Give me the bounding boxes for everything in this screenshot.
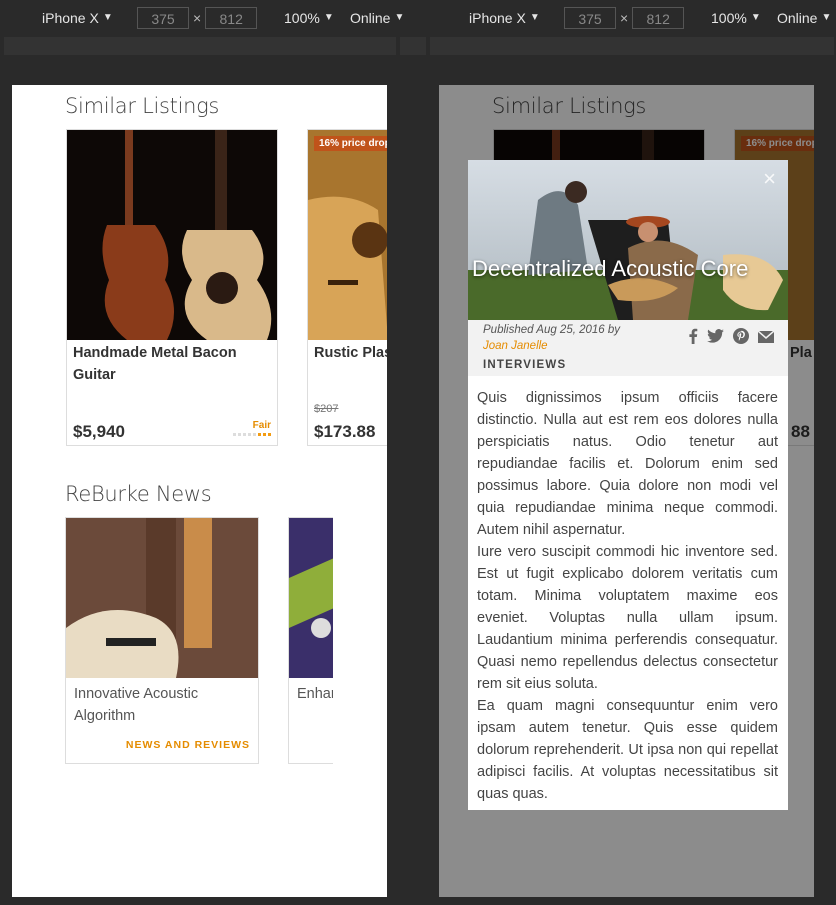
article-meta: Published Aug 25, 2016 by Joan Janelle I… [468, 320, 788, 376]
article-paragraph: Iure vero suscipit commodi hic inventore… [477, 544, 778, 692]
guitar-image [66, 518, 258, 678]
chevron-down-icon: ▼ [323, 12, 334, 23]
published-date: Published Aug 25, 2016 by [483, 324, 621, 336]
news-category: NEWS AND REVIEWS [125, 739, 250, 751]
listing-card[interactable]: 16% price drop Rustic Plastic $207 $173.… [307, 129, 387, 446]
media-query-bar-right [430, 37, 834, 55]
network-label: Online [350, 9, 391, 26]
device-viewport-right: Similar Listings 16% price drop Pla 88 D… [439, 85, 814, 897]
article-hero-image [468, 160, 788, 320]
chevron-down-icon: ▼ [821, 12, 832, 23]
device-label: iPhone X [469, 9, 526, 26]
close-icon[interactable]: × [763, 168, 776, 190]
network-label: Online [777, 9, 818, 26]
listing-card[interactable]: Handmade Metal Bacon Guitar $5,940 Fair [66, 129, 278, 446]
times-icon: × [620, 9, 629, 26]
zoom-select-right[interactable]: 100% ▼ [711, 5, 761, 30]
listing-price: $173.88 [314, 422, 376, 441]
old-price: $207 [314, 403, 339, 415]
news-heading: ReBurke News [65, 482, 212, 506]
device-viewport-left: Similar Listings Handmade Metal Bacon Gu… [12, 85, 387, 897]
news-title: Enhanced Project [297, 686, 333, 702]
width-input-right[interactable]: 375 [564, 6, 616, 29]
network-select-right[interactable]: Online ▼ [777, 5, 831, 30]
chevron-down-icon: ▼ [102, 12, 113, 23]
network-select-left[interactable]: Online ▼ [350, 5, 404, 30]
listing-title: Rustic Plastic [314, 345, 387, 361]
device-select-right[interactable]: iPhone X ▼ [469, 5, 540, 30]
devtools-toolbar: iPhone X ▼ 375 × 812 100% ▼ Online ▼ iPh… [0, 0, 836, 36]
news-title: Innovative Acoustic Algorithm [74, 686, 199, 724]
pinterest-icon[interactable] [733, 328, 749, 349]
height-input-right[interactable]: 812 [632, 6, 685, 29]
times-icon: × [193, 9, 202, 26]
chevron-down-icon: ▼ [529, 12, 540, 23]
media-query-bar-mid [400, 37, 426, 55]
article-paragraph: Quis dignissimos ipsum officiis facere d… [477, 390, 778, 538]
chevron-down-icon: ▼ [394, 12, 405, 23]
news-card[interactable]: Innovative Acoustic Algorithm NEWS AND R… [65, 517, 259, 764]
device-select-left[interactable]: iPhone X ▼ [42, 5, 113, 30]
facebook-icon[interactable] [688, 328, 698, 349]
twitter-icon[interactable] [707, 329, 724, 348]
article-paragraph: Ea quam magni consequuntur enim vero ips… [477, 698, 778, 802]
news-image [289, 518, 333, 678]
zoom-label: 100% [711, 9, 747, 26]
listing-price: $5,940 [73, 422, 125, 441]
listing-title: Handmade Metal Bacon Guitar [73, 345, 237, 383]
similar-listings-heading: Similar Listings [65, 94, 220, 118]
chevron-down-icon: ▼ [750, 12, 761, 23]
device-label: iPhone X [42, 9, 99, 26]
article-body: Quis dignissimos ipsum officiis facere d… [477, 387, 778, 805]
article-modal: Decentralized Acoustic Core × Published … [468, 160, 788, 810]
share-icons [688, 328, 775, 349]
width-input-left[interactable]: 375 [137, 6, 189, 29]
price-drop-badge: 16% price drop [314, 136, 387, 151]
author-link[interactable]: Joan Janelle [483, 340, 548, 352]
news-card[interactable]: Enhanced Project [288, 517, 333, 764]
zoom-label: 100% [284, 9, 320, 26]
height-input-left[interactable]: 812 [205, 6, 258, 29]
guitar-image [308, 130, 387, 340]
email-icon[interactable] [757, 329, 775, 348]
condition-label: Fair [252, 420, 271, 431]
article-category[interactable]: INTERVIEWS [483, 359, 566, 371]
guitar-image [67, 130, 277, 340]
media-query-bar-left [4, 37, 396, 55]
zoom-select-left[interactable]: 100% ▼ [284, 5, 334, 30]
condition-meter [233, 433, 271, 436]
article-title: Decentralized Acoustic Core [472, 256, 749, 281]
